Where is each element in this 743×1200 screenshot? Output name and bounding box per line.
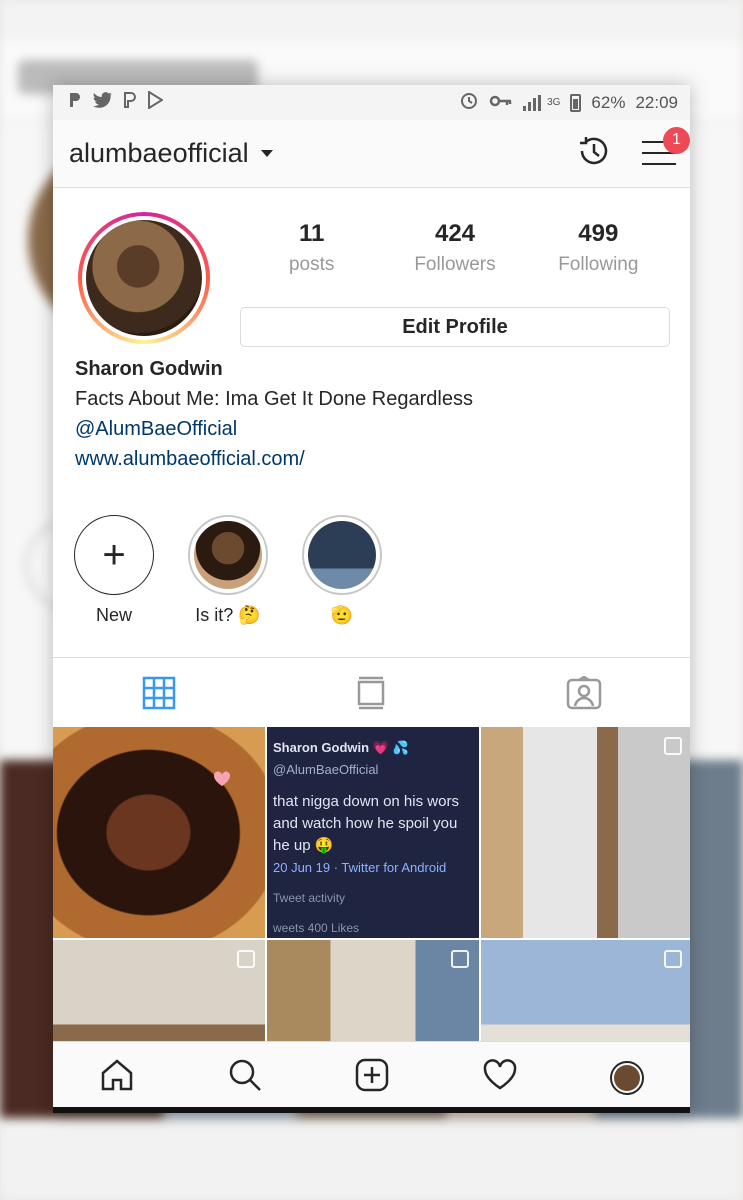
system-bar [53,1107,690,1113]
post-thumbnail-tweet[interactable]: Sharon Godwin 💗 💦 @AlumBaeOfficial that … [267,727,479,938]
avatar-image [86,220,202,336]
highlight-label: New [95,605,132,625]
play-store-icon [147,90,164,114]
home-icon[interactable] [99,1057,135,1098]
profile-avatar[interactable] [78,212,210,344]
highlight-new[interactable]: + New [74,515,154,657]
account-switcher[interactable]: alumbaeofficial [69,138,273,169]
highlight-item[interactable]: 🫡 [302,515,382,657]
profile-stats: 11 posts 424 Followers 499 Following [240,220,670,276]
highlight-label: 🫡 [330,605,354,625]
twitter-icon [93,92,113,113]
highlight-thumbnail [194,521,262,589]
post-thumbnail[interactable] [53,727,265,938]
username: alumbaeofficial [69,138,249,168]
tweet-likes: weets 400 Likes [273,921,360,935]
avatar-image [614,1064,641,1091]
tab-feed[interactable] [265,676,477,710]
stat-label: Followers [414,254,496,275]
tweet-author: Sharon Godwin 💗 💦 [273,740,409,755]
alarm-icon [459,90,479,115]
profile-header: alumbaeofficial 1 [53,120,690,188]
instagram-profile-screen: 3G 62% 22:09 alumbaeofficial 1 11 posts … [53,85,690,1113]
menu-line [642,162,676,165]
tweet-meta: 20 Jun 19 · Twitter for Android [273,860,447,875]
tweet-handle: @AlumBaeOfficial [273,762,379,777]
bio-text: Facts About Me: Ima Get It Done Regardle… [75,388,473,410]
stat-value: 11 [298,220,325,247]
carousel-icon [451,950,469,968]
highlight-item[interactable]: Is it? 🤔 [188,515,268,657]
grid-icon [142,676,176,709]
bio-handle-link[interactable]: @AlumBaeOfficial [75,414,668,444]
highlight-thumbnail [308,521,376,589]
tweet-text: that nigga down on his wors and watch ho… [273,793,459,854]
stat-posts[interactable]: 11 posts [240,220,383,276]
bg-bottom-nav [0,1118,743,1200]
network-label: 3G [547,97,561,108]
profile-tabs [53,657,690,727]
profile-summary: 11 posts 424 Followers 499 Following Edi… [53,188,690,363]
heart-icon [213,771,231,786]
battery-percent: 62% [591,92,626,112]
pinterest-p-icon [123,91,137,114]
stat-value: 499 [578,220,619,247]
carousel-icon [664,737,682,755]
search-icon[interactable] [227,1057,263,1098]
stat-label: Following [558,254,639,275]
key-icon [489,93,513,113]
stat-label: posts [288,254,335,275]
pinterest-icon [67,91,83,114]
chevron-down-icon [260,150,273,157]
carousel-icon [237,950,255,968]
tab-grid[interactable] [53,676,265,710]
story-highlights: + New Is it? 🤔 🫡 [53,515,690,657]
profile-bio: Sharon Godwin Facts About Me: Ima Get It… [53,354,690,474]
bottom-navigation [53,1041,690,1113]
plus-icon: + [102,533,126,577]
stat-following[interactable]: 499 Following [527,220,670,276]
tagged-icon [566,675,602,709]
notification-badge: 1 [663,126,690,154]
post-thumbnail[interactable] [481,727,690,938]
highlight-label: Is it? 🤔 [195,605,261,625]
bg-status-bar [0,0,743,42]
website-link[interactable]: www.alumbaeofficial.com/ [75,444,668,474]
signal-icon [523,94,542,111]
menu-button[interactable]: 1 [642,126,690,167]
heart-activity-icon[interactable] [482,1057,518,1098]
tweet-activity: Tweet activity [273,891,346,905]
tab-tagged[interactable] [478,675,690,710]
stat-followers[interactable]: 424 Followers [383,220,526,276]
stat-value: 424 [434,220,476,247]
archive-icon[interactable] [576,133,612,174]
clock: 22:09 [635,92,678,112]
new-post-icon[interactable] [354,1057,390,1098]
battery-icon [570,93,582,112]
edit-profile-button[interactable]: Edit Profile [240,307,670,347]
profile-tab-avatar[interactable] [610,1060,645,1095]
carousel-icon [664,950,682,968]
status-bar: 3G 62% 22:09 [53,85,690,120]
feed-icon [358,676,385,709]
